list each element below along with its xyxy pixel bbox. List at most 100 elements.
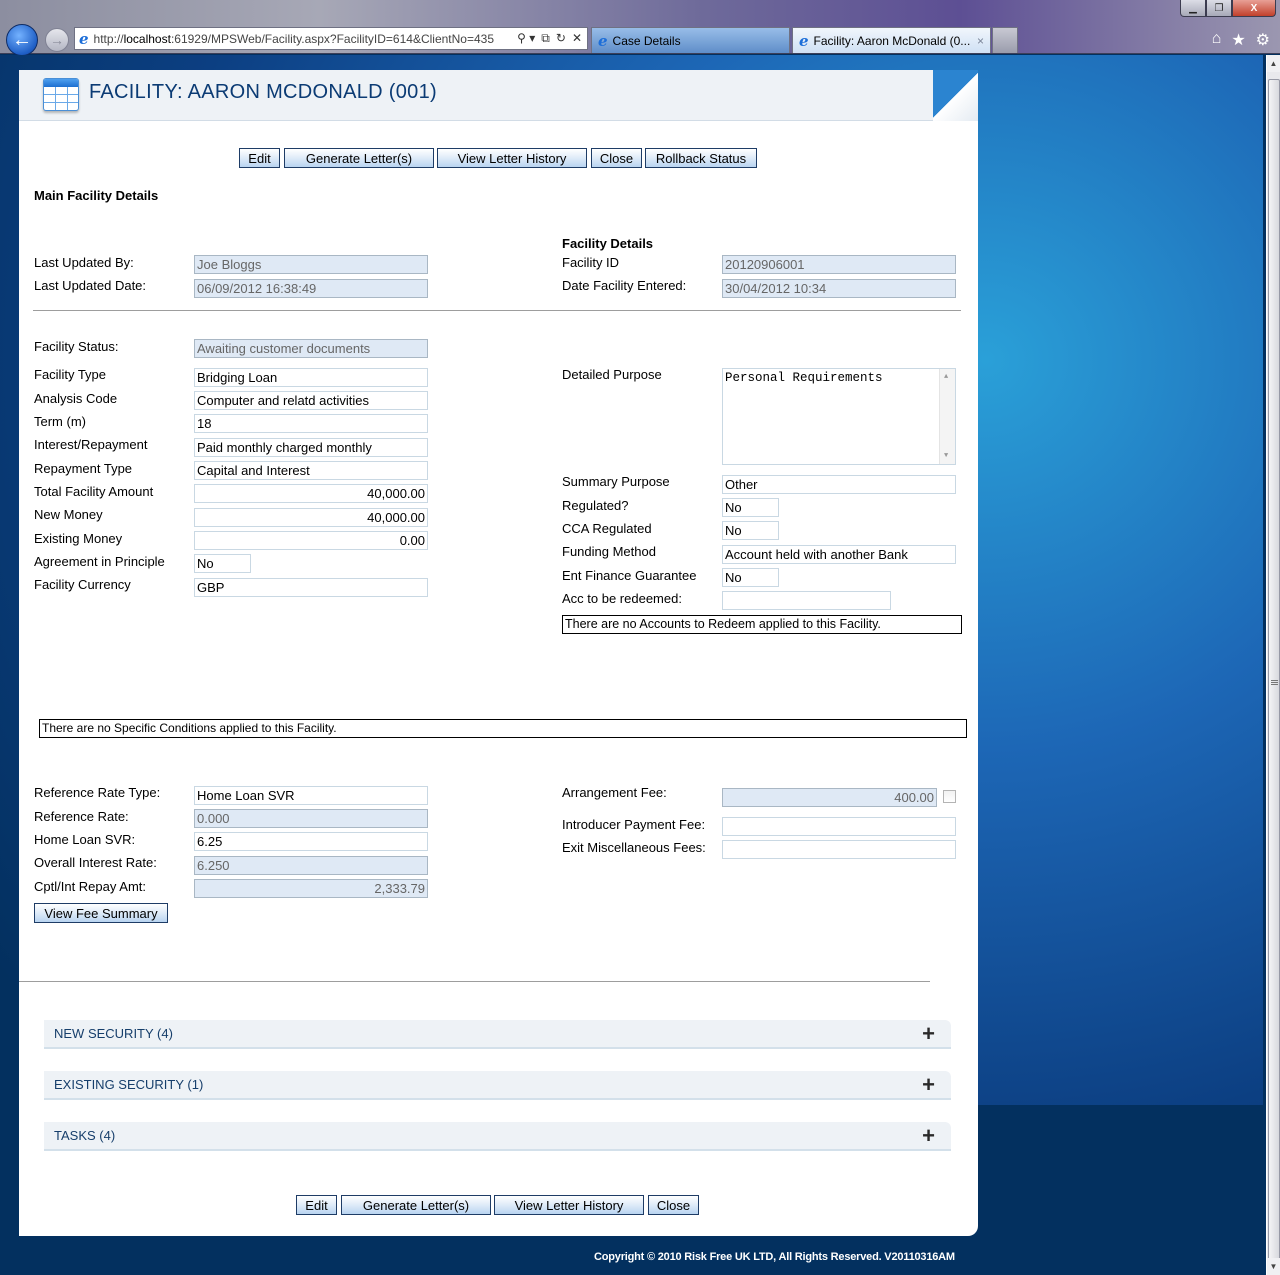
scroll-down-arrow-icon[interactable]: ▼ [944, 452, 948, 460]
acc-to-be-redeemed-field[interactable] [722, 591, 891, 610]
accordion-existing-security[interactable]: EXISTING SECURITY (1) + [44, 1071, 951, 1100]
facility-type-field[interactable]: Bridging Loan [194, 368, 428, 387]
window-close-button[interactable]: X [1232, 0, 1276, 17]
reference-rate-type-field[interactable]: Home Loan SVR [194, 786, 428, 805]
accordion-label: EXISTING SECURITY (1) [54, 1077, 204, 1092]
calendar-icon [43, 78, 79, 111]
analysis-code-label: Analysis Code [34, 391, 118, 406]
new-tab-button[interactable] [992, 27, 1018, 53]
view-fee-summary-button[interactable]: View Fee Summary [34, 903, 168, 923]
refresh-icon[interactable]: ↻ [556, 31, 566, 46]
accordion-new-security[interactable]: NEW SECURITY (4) + [44, 1020, 951, 1049]
url-rest: :61929/MPSWeb/Facility.aspx?FacilityID=6… [170, 31, 495, 46]
exit-misc-fees-field[interactable] [722, 840, 956, 859]
funding-method-field[interactable]: Account held with another Bank [722, 545, 956, 564]
date-entered-field: 30/04/2012 10:34 [722, 279, 956, 298]
arrow-left-icon: ← [12, 28, 32, 51]
no-conditions-message: There are no Specific Conditions applied… [39, 719, 967, 738]
total-facility-amount-field[interactable]: 40,000.00 [194, 484, 428, 503]
generate-letters-button[interactable]: Generate Letter(s) [284, 148, 434, 168]
generate-letters-button-bottom[interactable]: Generate Letter(s) [341, 1195, 491, 1215]
view-letter-history-button[interactable]: View Letter History [437, 148, 587, 168]
browser-chrome: ▁ ❐ X ← → e http://localhost:61929/MPSWe… [0, 0, 1280, 56]
reference-rate-type-label: Reference Rate Type: [34, 785, 161, 800]
reference-rate-field: 0.000 [194, 809, 428, 828]
minimize-icon: ▁ [1189, 2, 1197, 14]
cptl-int-repay-amt-field: 2,333.79 [194, 879, 428, 898]
repayment-type-field[interactable]: Capital and Interest [194, 461, 428, 480]
minimize-button[interactable]: ▁ [1180, 0, 1206, 17]
existing-money-field[interactable]: 0.00 [194, 531, 428, 550]
ie-logo-icon: e [79, 29, 89, 48]
overall-interest-rate-label: Overall Interest Rate: [34, 855, 157, 870]
forward-button[interactable]: → [45, 28, 69, 52]
facility-id-field: 20120906001 [722, 255, 956, 274]
term-field[interactable]: 18 [194, 414, 428, 433]
accordion-label: NEW SECURITY (4) [54, 1026, 173, 1041]
home-loan-svr-field[interactable]: 6.25 [194, 832, 428, 851]
address-bar[interactable]: e http://localhost:61929/MPSWeb/Facility… [74, 27, 588, 50]
stop-icon[interactable]: ✕ [572, 31, 582, 46]
restore-button[interactable]: ❐ [1206, 0, 1232, 17]
arrangement-fee-checkbox[interactable] [943, 790, 956, 803]
url-prefix: http:// [93, 31, 124, 46]
cca-regulated-field[interactable]: No [722, 521, 779, 540]
last-updated-date-label: Last Updated Date: [34, 278, 147, 293]
facility-status-label: Facility Status: [34, 339, 119, 354]
compatibility-view-icon[interactable]: ⧉ [541, 31, 550, 46]
star-icon[interactable]: ★ [1231, 30, 1245, 50]
summary-purpose-label: Summary Purpose [562, 474, 670, 489]
address-tools: ⚲ ▾ ⧉ ↻ ✕ [517, 31, 587, 46]
scroll-down-arrow-icon[interactable]: ▼ [1267, 1258, 1280, 1275]
ent-finance-guarantee-label: Ent Finance Guarantee [562, 568, 697, 583]
term-label: Term (m) [34, 414, 86, 429]
search-icon[interactable]: ⚲ ▾ [517, 31, 535, 46]
facility-type-label: Facility Type [34, 367, 107, 382]
facility-status-field: Awaiting customer documents [194, 339, 428, 358]
arrangement-fee-field: 400.00 [722, 788, 937, 807]
tab-case-details[interactable]: e Case Details [591, 27, 790, 53]
facility-details-heading: Facility Details [562, 236, 654, 251]
scroll-up-arrow-icon[interactable]: ▲ [1267, 55, 1280, 72]
edit-button-bottom[interactable]: Edit [296, 1195, 337, 1215]
tab-label: Case Details [612, 33, 681, 48]
summary-purpose-field[interactable]: Other [722, 475, 956, 494]
url-text: http://localhost:61929/MPSWeb/Facility.a… [94, 32, 494, 46]
back-button[interactable]: ← [6, 24, 38, 56]
introducer-payment-fee-field[interactable] [722, 817, 956, 836]
scroll-up-arrow-icon[interactable]: ▲ [944, 373, 948, 381]
cca-regulated-label: CCA Regulated [562, 521, 652, 536]
tab-close-icon[interactable]: × [977, 34, 984, 48]
home-icon[interactable]: ⌂ [1212, 30, 1222, 50]
plus-icon[interactable]: + [922, 1021, 935, 1047]
close-button[interactable]: Close [591, 148, 642, 168]
detailed-purpose-text: Personal Requirements [725, 371, 883, 385]
facility-currency-label: Facility Currency [34, 577, 131, 592]
tab-label: Facility: Aaron McDonald (0... [813, 33, 971, 48]
facility-currency-field[interactable]: GBP [194, 578, 428, 597]
plus-icon[interactable]: + [922, 1123, 935, 1149]
funding-method-label: Funding Method [562, 544, 656, 559]
ent-finance-guarantee-field[interactable]: No [722, 568, 779, 587]
view-letter-history-button-bottom[interactable]: View Letter History [494, 1195, 644, 1215]
vertical-scrollbar[interactable]: ▲ ▼ [1266, 55, 1280, 1275]
textarea-scrollbar[interactable]: ▲ ▼ [939, 369, 955, 464]
plus-icon[interactable]: + [922, 1072, 935, 1098]
url-host: localhost [123, 31, 171, 46]
agreement-in-principle-field[interactable]: No [194, 554, 251, 573]
detailed-purpose-textarea[interactable]: Personal Requirements ▲ ▼ [722, 368, 956, 465]
edit-button[interactable]: Edit [239, 148, 280, 168]
gear-icon[interactable]: ⚙ [1256, 30, 1270, 50]
close-button-bottom[interactable]: Close [648, 1195, 699, 1215]
ie-logo-icon: e [598, 31, 608, 50]
interest-repayment-field[interactable]: Paid monthly charged monthly [194, 438, 428, 457]
rollback-status-button[interactable]: Rollback Status [645, 148, 757, 168]
scroll-thumb[interactable] [1268, 79, 1280, 1269]
accordion-tasks[interactable]: TASKS (4) + [44, 1122, 951, 1151]
total-facility-amount-label: Total Facility Amount [34, 484, 154, 499]
regulated-label: Regulated? [562, 498, 629, 513]
new-money-field[interactable]: 40,000.00 [194, 508, 428, 527]
analysis-code-field[interactable]: Computer and relatd activities [194, 391, 428, 410]
tab-facility[interactable]: e Facility: Aaron McDonald (0... × [792, 27, 991, 53]
regulated-field[interactable]: No [722, 498, 779, 517]
